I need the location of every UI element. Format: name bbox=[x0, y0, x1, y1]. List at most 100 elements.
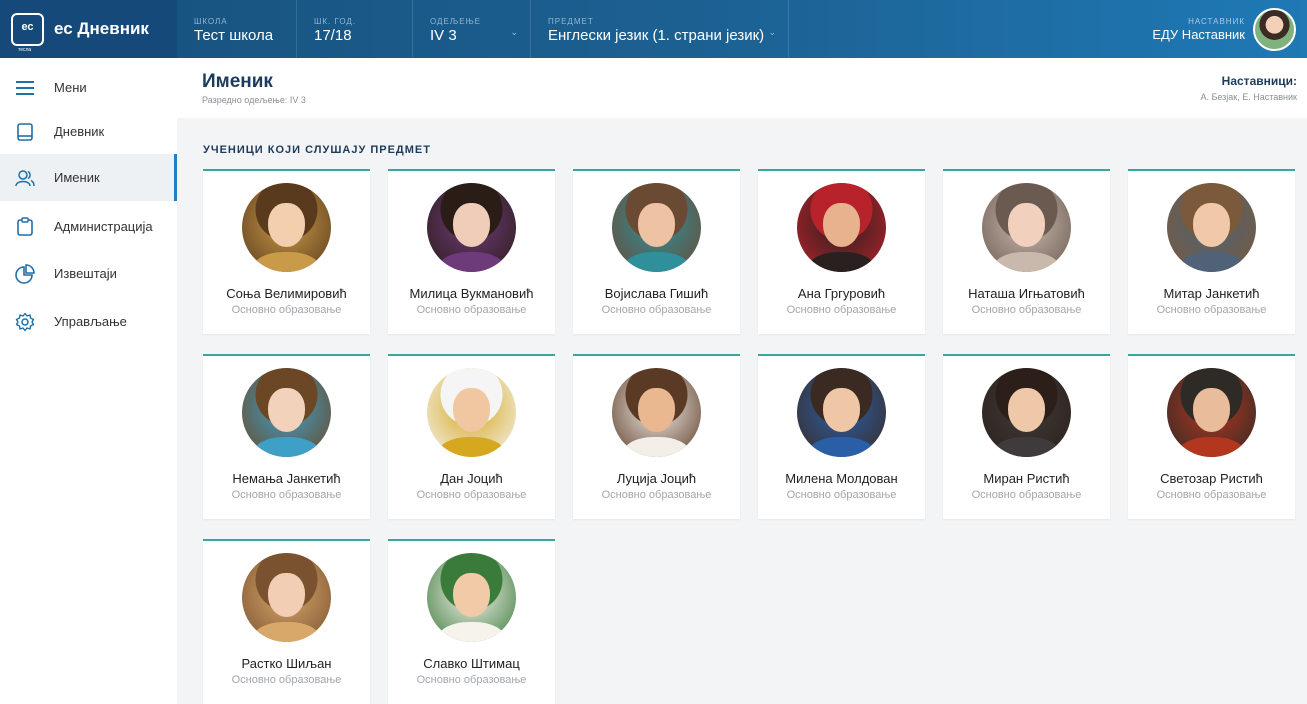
sidebar-item-label: Администрација bbox=[54, 219, 153, 234]
student-card[interactable]: Ана Гргуровић Основно образовање bbox=[758, 169, 925, 334]
users-icon bbox=[15, 168, 35, 188]
subject-label: ПРЕДМЕТ bbox=[548, 17, 594, 26]
year-label: ШК. ГОД. bbox=[314, 17, 357, 26]
chevron-down-icon: ⌄ bbox=[768, 27, 776, 37]
student-education: Основно образовање bbox=[231, 489, 342, 501]
student-name: Милица Вукмановић bbox=[409, 286, 534, 301]
class-value: IV 3 bbox=[430, 27, 457, 44]
student-card[interactable]: Миран Ристић Основно образовање bbox=[943, 354, 1110, 519]
student-photo bbox=[242, 183, 331, 272]
student-name: Миран Ристић bbox=[983, 471, 1070, 486]
student-education: Основно образовање bbox=[971, 489, 1082, 501]
page-header: Именик Разредно одељење: IV 3 Наставници… bbox=[177, 58, 1307, 118]
student-education: Основно образовање bbox=[231, 674, 342, 686]
teachers-names: А. Безјак, Е. Наставник bbox=[1200, 92, 1297, 102]
sidebar-item-diary[interactable]: Дневник bbox=[0, 108, 177, 155]
school-value: Тест школа bbox=[194, 27, 274, 44]
sidebar-item-administration[interactable]: Администрација bbox=[0, 203, 177, 250]
student-card[interactable]: Соња Велимировић Основно образовање bbox=[203, 169, 370, 334]
teacher-name: ЕДУ Наставник bbox=[1152, 27, 1245, 42]
teacher-label: НАСТАВНИК bbox=[1188, 17, 1245, 26]
sidebar-item-label: Извештаји bbox=[54, 266, 117, 281]
student-card[interactable]: Милена Молдован Основно образовање bbox=[758, 354, 925, 519]
student-name: Соња Велимировић bbox=[226, 286, 347, 301]
subject-value: Енглески језик (1. страни језик) bbox=[548, 27, 765, 44]
student-card[interactable]: Растко Шиљан Основно образовање bbox=[203, 539, 370, 704]
student-photo bbox=[982, 368, 1071, 457]
sidebar: Мени Дневник Именик Администрација Извеш… bbox=[0, 58, 177, 704]
teacher-avatar[interactable] bbox=[1253, 8, 1296, 51]
page-title: Именик bbox=[202, 71, 273, 92]
student-name: Светозар Ристић bbox=[1160, 471, 1263, 486]
subject-selector[interactable]: ПРЕДМЕТ Енглески језик (1. страни језик)… bbox=[531, 0, 789, 58]
sidebar-item-label: Мени bbox=[54, 80, 87, 95]
chevron-down-icon: ⌄ bbox=[510, 27, 518, 37]
pie-chart-icon bbox=[15, 263, 35, 284]
teachers-title: Наставници: bbox=[1221, 74, 1297, 88]
student-name: Славко Штимац bbox=[423, 656, 520, 671]
student-photo bbox=[427, 183, 516, 272]
student-education: Основно образовање bbox=[971, 304, 1082, 316]
page-subtitle: Разредно одељење: IV 3 bbox=[202, 95, 306, 105]
student-education: Основно образовање bbox=[231, 304, 342, 316]
student-card[interactable]: Милица Вукмановић Основно образовање bbox=[388, 169, 555, 334]
year-selector[interactable]: ШК. ГОД. 17/18 bbox=[297, 0, 413, 58]
clipboard-icon bbox=[15, 217, 35, 237]
student-photo bbox=[427, 553, 516, 642]
student-photo bbox=[612, 368, 701, 457]
student-name: Милена Молдован bbox=[785, 471, 898, 486]
student-card[interactable]: Дан Јоцић Основно образовање bbox=[388, 354, 555, 519]
student-education: Основно образовање bbox=[601, 304, 712, 316]
student-photo bbox=[1167, 368, 1256, 457]
student-education: Основно образовање bbox=[416, 489, 527, 501]
student-photo bbox=[427, 368, 516, 457]
student-name: Растко Шиљан bbox=[241, 656, 332, 671]
logo-text: ес bbox=[21, 21, 34, 33]
student-photo bbox=[242, 553, 331, 642]
student-photo bbox=[797, 368, 886, 457]
sidebar-item-reports[interactable]: Извештаји bbox=[0, 250, 177, 297]
student-name: Дан Јоцић bbox=[440, 471, 503, 486]
student-education: Основно образовање bbox=[786, 489, 897, 501]
student-education: Основно образовање bbox=[786, 304, 897, 316]
student-card[interactable]: Војислава Гишић Основно образовање bbox=[573, 169, 740, 334]
sidebar-item-label: Дневник bbox=[54, 124, 105, 139]
student-photo bbox=[242, 368, 331, 457]
sidebar-item-menu[interactable]: Мени bbox=[0, 64, 177, 111]
student-name: Војислава Гишић bbox=[604, 286, 709, 301]
student-card[interactable]: Наташа Игњатовић Основно образовање bbox=[943, 169, 1110, 334]
student-card[interactable]: Славко Штимац Основно образовање bbox=[388, 539, 555, 704]
student-photo bbox=[612, 183, 701, 272]
sidebar-item-directory[interactable]: Именик bbox=[0, 154, 177, 201]
student-name: Наташа Игњатовић bbox=[968, 286, 1085, 301]
top-bar: ес тесла ес Дневник ШКОЛА Тест школа ШК.… bbox=[0, 0, 1307, 58]
student-card[interactable]: Светозар Ристић Основно образовање bbox=[1128, 354, 1295, 519]
section-title: УЧЕНИЦИ КОЈИ СЛУШАЈУ ПРЕДМЕТ bbox=[203, 144, 431, 156]
menu-icon bbox=[15, 78, 35, 98]
year-value: 17/18 bbox=[314, 27, 352, 44]
student-card[interactable]: Немања Јанкетић Основно образовање bbox=[203, 354, 370, 519]
student-photo bbox=[797, 183, 886, 272]
app-title: ес Дневник bbox=[54, 19, 149, 38]
student-name: Луција Јоцић bbox=[616, 471, 697, 486]
student-education: Основно образовање bbox=[601, 489, 712, 501]
sidebar-item-management[interactable]: Управљање bbox=[0, 298, 177, 345]
app-logo-icon: ес тесла bbox=[11, 12, 44, 53]
student-name: Немања Јанкетић bbox=[232, 471, 341, 486]
school-selector[interactable]: ШКОЛА Тест школа bbox=[177, 0, 297, 58]
teacher-info[interactable]: НАСТАВНИК ЕДУ Наставник bbox=[1152, 17, 1245, 42]
student-name: Митар Јанкетић bbox=[1163, 286, 1260, 301]
brand[interactable]: ес тесла ес Дневник bbox=[0, 0, 177, 58]
student-education: Основно образовање bbox=[416, 674, 527, 686]
book-icon bbox=[15, 122, 35, 142]
school-label: ШКОЛА bbox=[194, 17, 228, 26]
student-photo bbox=[982, 183, 1071, 272]
student-card[interactable]: Луција Јоцић Основно образовање bbox=[573, 354, 740, 519]
student-education: Основно образовање bbox=[1156, 304, 1267, 316]
logo-subtext: тесла bbox=[17, 46, 33, 53]
class-selector[interactable]: ОДЕЉЕЊЕ IV 3 ⌄ bbox=[413, 0, 531, 58]
student-education: Основно образовање bbox=[416, 304, 527, 316]
student-photo bbox=[1167, 183, 1256, 272]
student-card[interactable]: Митар Јанкетић Основно образовање bbox=[1128, 169, 1295, 334]
sidebar-item-label: Управљање bbox=[54, 314, 127, 329]
